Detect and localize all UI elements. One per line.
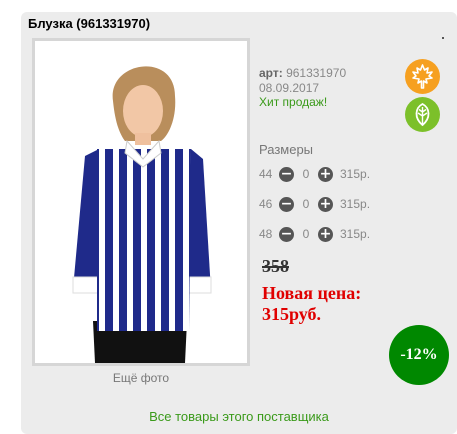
sizes-heading: Размеры [259,142,314,157]
old-price: 358 [262,256,289,276]
leaf-icon [415,102,430,127]
size-row: 46 − 0 + 315р. [259,196,370,212]
minus-icon[interactable]: − [279,196,294,212]
size-row: 44 − 0 + 315р. [259,166,370,182]
article-value: 961331970 [286,66,347,80]
product-title: Блузка (961331970) [28,16,151,31]
spring-season-badge [405,97,440,132]
size-value: 46 [259,197,273,211]
quantity-value: 0 [302,197,310,211]
size-price: 315р. [340,197,371,211]
article-label: арт: [259,66,283,80]
minus-icon[interactable]: − [279,166,294,182]
product-meta: арт: 961331970 08.09.2017 Хит продаж! [259,66,346,110]
bestseller-label: Хит продаж! [259,95,328,109]
size-value: 44 [259,167,273,181]
corner-dot [442,37,444,39]
plus-icon[interactable]: + [318,226,333,242]
quantity-value: 0 [302,227,310,241]
more-photos-link[interactable]: Ещё фото [32,371,250,385]
new-price-value: 315руб. [262,304,322,324]
product-photo[interactable] [32,38,250,366]
size-price: 315р. [340,227,371,241]
new-price: Новая цена: 315руб. [262,283,402,325]
size-value: 48 [259,227,273,241]
quantity-value: 0 [302,167,310,181]
discount-badge: -12% [389,325,449,385]
product-date: 08.09.2017 [259,80,320,95]
supplier-products-link[interactable]: Все товары этого поставщика [21,409,457,424]
size-price: 315р. [340,167,371,181]
maple-leaf-icon [412,64,433,89]
size-row: 48 − 0 + 315р. [259,226,370,242]
article-line: арт: 961331970 [259,66,346,81]
plus-icon[interactable]: + [318,196,333,212]
minus-icon[interactable]: − [279,226,294,242]
new-price-label: Новая цена: [262,283,362,303]
autumn-season-badge [405,59,440,94]
plus-icon[interactable]: + [318,166,333,182]
blouse-photo-illustration [35,41,247,363]
